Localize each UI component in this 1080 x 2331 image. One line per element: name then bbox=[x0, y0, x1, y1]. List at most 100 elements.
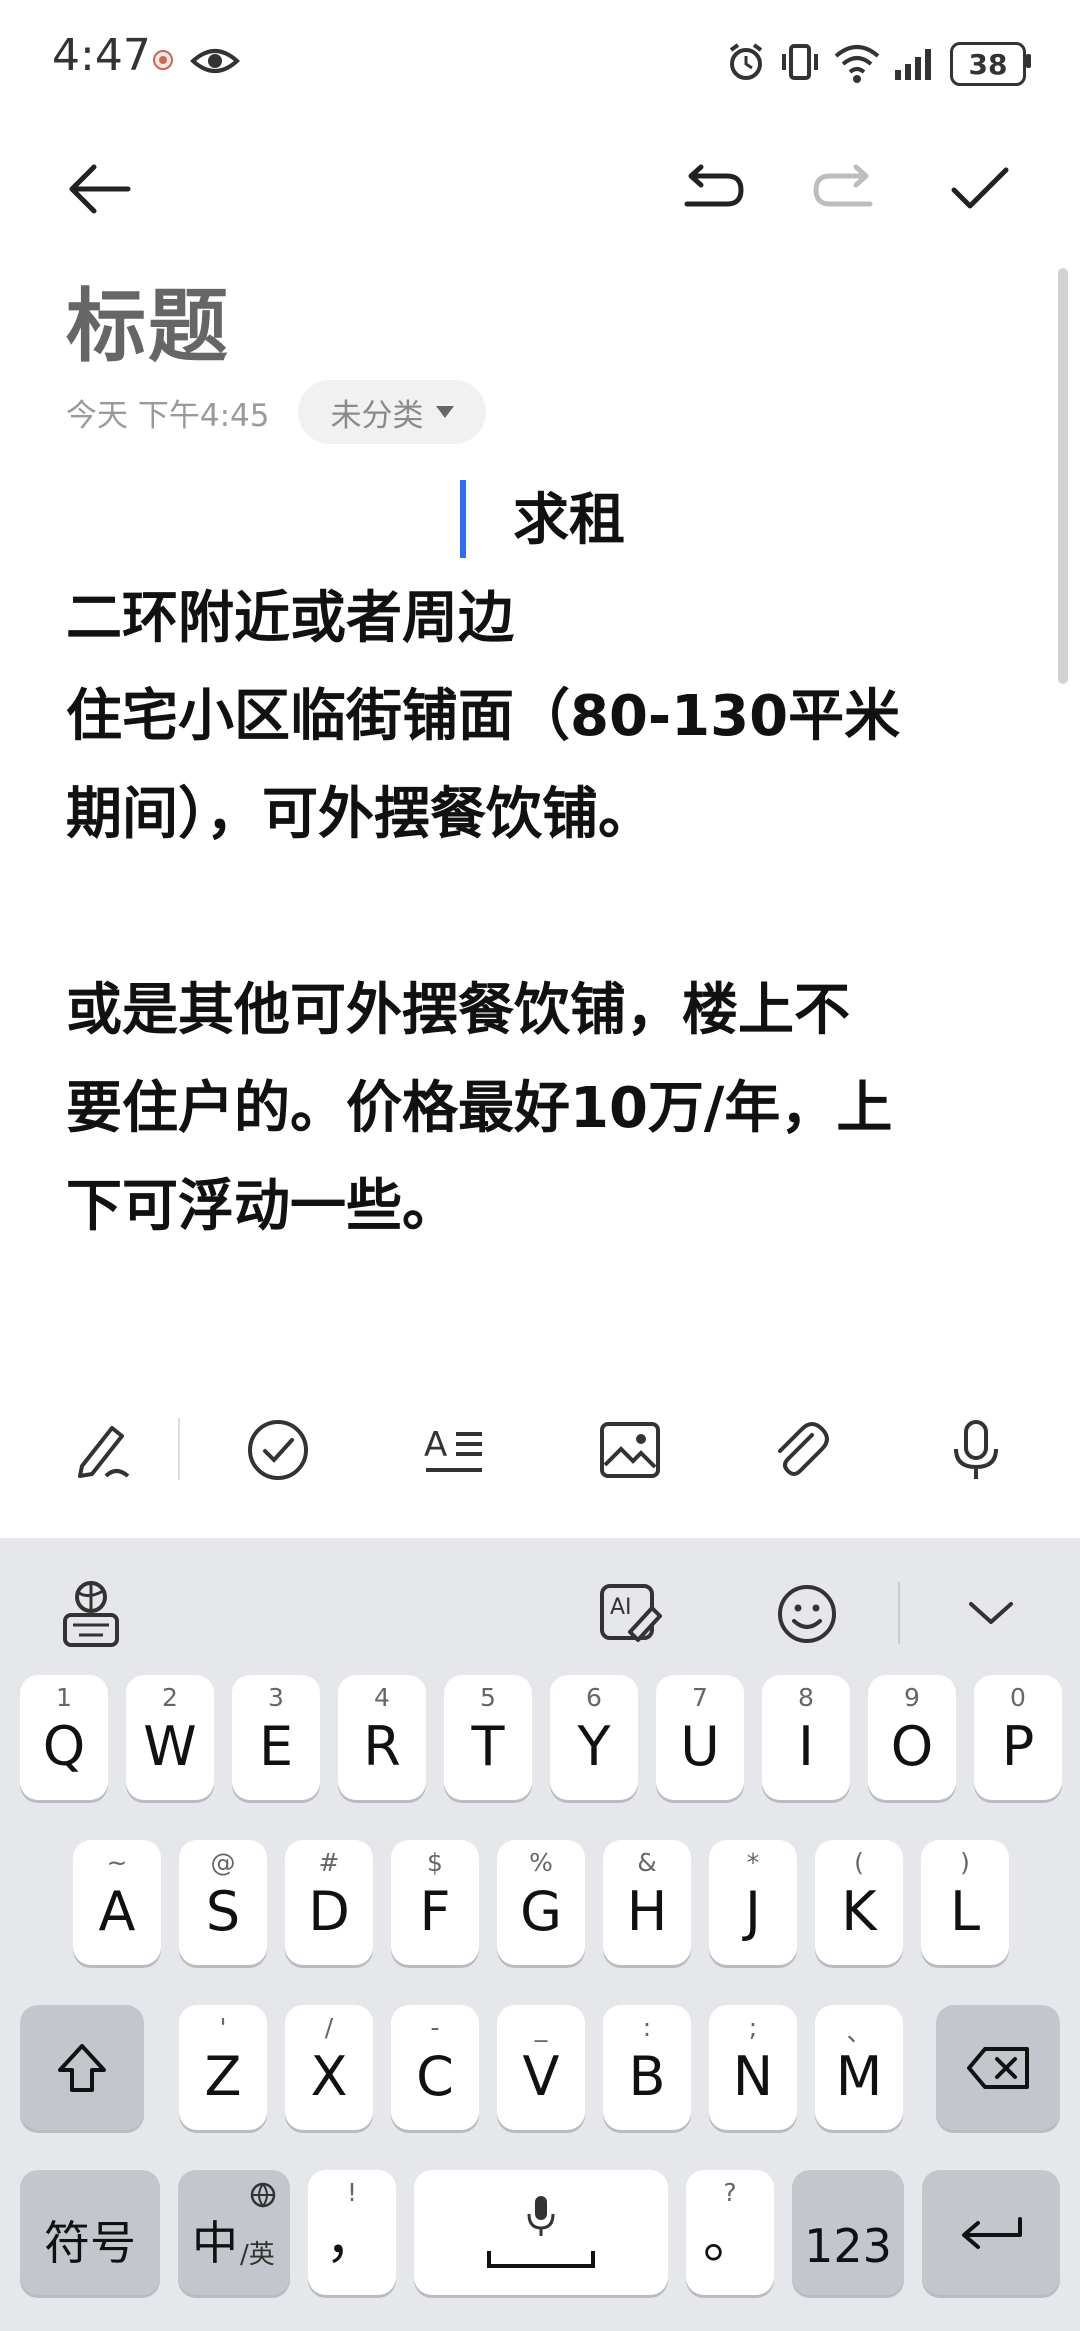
period-key[interactable]: ? 。 bbox=[686, 2170, 774, 2295]
key-b[interactable]: :B bbox=[603, 2005, 691, 2130]
vibrate-icon bbox=[782, 44, 818, 80]
key-w[interactable]: 2W bbox=[126, 1675, 214, 1800]
key-z[interactable]: ' Z bbox=[179, 2005, 267, 2130]
enter-icon bbox=[962, 2216, 1022, 2249]
key-sub-label: * bbox=[746, 1848, 760, 1877]
key-label: W bbox=[143, 1715, 197, 1778]
key-label: N bbox=[732, 2045, 774, 2108]
keyboard-settings-icon bbox=[63, 1581, 119, 1647]
key-d[interactable]: # D bbox=[285, 1840, 373, 1965]
key-sub-label: $ bbox=[427, 1848, 443, 1877]
key-o[interactable]: 9O bbox=[868, 1675, 956, 1800]
emoji-button[interactable] bbox=[762, 1574, 852, 1654]
key-h[interactable]: & H bbox=[603, 1840, 691, 1965]
comma-key[interactable]: ! ， bbox=[308, 2170, 396, 2295]
key-u[interactable]: 7U bbox=[656, 1675, 744, 1800]
key-s[interactable]: @ S bbox=[179, 1840, 267, 1965]
key-sub-label: 2 bbox=[162, 1683, 178, 1712]
collapse-keyboard-button[interactable] bbox=[946, 1574, 1036, 1654]
keyboard-topbar-divider bbox=[898, 1582, 900, 1644]
key-q[interactable]: 1Q bbox=[20, 1675, 108, 1800]
key-sub-label: / bbox=[324, 2013, 334, 2042]
key-sub-label: 1 bbox=[56, 1683, 72, 1712]
key-g[interactable]: % G bbox=[497, 1840, 585, 1965]
redo-button[interactable] bbox=[800, 144, 890, 234]
attachment-button[interactable] bbox=[750, 1400, 850, 1500]
text-style-button[interactable]: A bbox=[404, 1400, 504, 1500]
image-button[interactable] bbox=[580, 1400, 680, 1500]
body-line: 二环附近或者周边 bbox=[66, 586, 514, 651]
key-n[interactable]: ; N bbox=[709, 2005, 797, 2130]
numbers-key[interactable]: 123 bbox=[792, 2170, 904, 2295]
key-label: E bbox=[258, 1715, 294, 1778]
symbols-key[interactable]: 符号 bbox=[20, 2170, 160, 2295]
shift-arrow-icon bbox=[58, 2043, 106, 2092]
key-v[interactable]: _ V bbox=[497, 2005, 585, 2130]
note-timestamp: 今天 下午4:45 bbox=[66, 398, 270, 434]
key-c[interactable]: -C bbox=[391, 2005, 479, 2130]
body-line: 或是其他可外摆餐饮铺，楼上不 bbox=[66, 978, 850, 1043]
keyboard-settings-button[interactable] bbox=[46, 1574, 136, 1654]
undo-button[interactable] bbox=[667, 144, 757, 234]
body-line: 下可浮动一些。 bbox=[66, 1174, 458, 1239]
key-p[interactable]: 0P bbox=[974, 1675, 1062, 1800]
backspace-icon bbox=[967, 2046, 1029, 2089]
scrollbar[interactable] bbox=[1058, 268, 1068, 684]
key-sub-label: 、 bbox=[846, 2018, 872, 2047]
key-t[interactable]: 5T bbox=[444, 1675, 532, 1800]
check-icon bbox=[951, 167, 1009, 209]
key-label: T bbox=[471, 1715, 505, 1778]
key-e[interactable]: 3E bbox=[232, 1675, 320, 1800]
back-button[interactable] bbox=[55, 144, 145, 234]
key-label: Q bbox=[42, 1715, 86, 1778]
key-x[interactable]: / X bbox=[285, 2005, 373, 2130]
key-sub-label: - bbox=[430, 2013, 440, 2042]
done-button[interactable] bbox=[935, 144, 1025, 234]
checklist-button[interactable] bbox=[228, 1400, 328, 1500]
space-bar-icon bbox=[487, 2251, 595, 2268]
svg-text:AI: AI bbox=[610, 1595, 632, 1620]
handwriting-button[interactable] bbox=[52, 1400, 152, 1500]
microphone-icon bbox=[527, 2196, 555, 2236]
key-label: H bbox=[626, 1880, 668, 1943]
note-body-editor[interactable]: 求租 二环附近或者周边 住宅小区临街铺面（80-130平米 期间），可外摆餐饮铺… bbox=[66, 472, 1026, 1256]
key-y[interactable]: 6Y bbox=[550, 1675, 638, 1800]
microphone-icon bbox=[954, 1420, 998, 1479]
language-switch-key[interactable]: 中 /英 bbox=[178, 2170, 290, 2295]
handwriting-icon bbox=[78, 1426, 130, 1478]
emoji-icon bbox=[778, 1585, 836, 1643]
category-dropdown[interactable]: 未分类 bbox=[298, 380, 486, 444]
shift-key[interactable] bbox=[20, 2005, 144, 2130]
space-key[interactable] bbox=[414, 2170, 668, 2295]
key-i[interactable]: 8I bbox=[762, 1675, 850, 1800]
key-label: 中 bbox=[192, 2216, 238, 2270]
key-label: D bbox=[308, 1880, 350, 1943]
body-line: 要住户的。价格最好10万/年，上 bbox=[66, 1076, 893, 1141]
format-toolbar: A bbox=[0, 1400, 1080, 1500]
body-line: 住宅小区临街铺面（80-130平米 bbox=[66, 684, 901, 749]
key-sub-label: _ bbox=[534, 2013, 548, 2042]
enter-key[interactable] bbox=[922, 2170, 1060, 2295]
key-k[interactable]: (K bbox=[815, 1840, 903, 1965]
key-sub-label: 7 bbox=[692, 1683, 708, 1712]
checklist-icon bbox=[248, 1420, 308, 1480]
voice-input-button[interactable] bbox=[926, 1400, 1026, 1500]
key-sub-label: ) bbox=[960, 1848, 970, 1877]
ai-write-button[interactable]: AI bbox=[586, 1574, 676, 1654]
backspace-key[interactable] bbox=[936, 2005, 1060, 2130]
eye-icon bbox=[190, 49, 240, 73]
note-title-input[interactable]: 标题 bbox=[66, 262, 230, 378]
key-j[interactable]: * J bbox=[709, 1840, 797, 1965]
key-r[interactable]: 4R bbox=[338, 1675, 426, 1800]
key-sub-label: ( bbox=[854, 1848, 864, 1877]
key-sub-label: & bbox=[637, 1848, 657, 1877]
status-time: 4:47 bbox=[52, 30, 151, 81]
key-a[interactable]: ~ A bbox=[73, 1840, 161, 1965]
globe-icon bbox=[250, 2182, 276, 2208]
category-label: 未分类 bbox=[330, 397, 424, 434]
key-m[interactable]: 、 M bbox=[815, 2005, 903, 2130]
key-label: K bbox=[841, 1880, 877, 1943]
key-l[interactable]: ) L bbox=[921, 1840, 1009, 1965]
key-f[interactable]: $ F bbox=[391, 1840, 479, 1965]
undo-icon bbox=[684, 164, 744, 207]
